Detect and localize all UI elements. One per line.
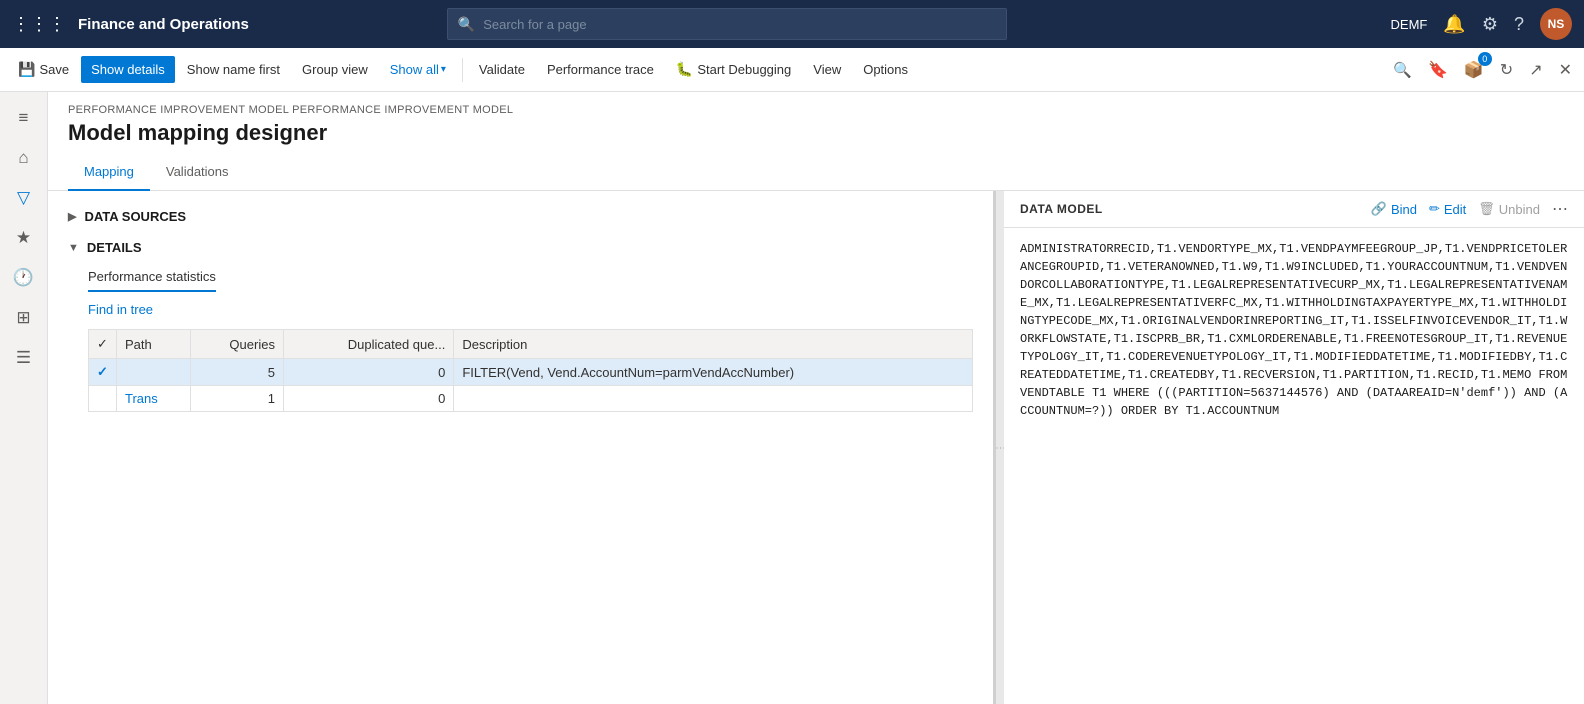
apps-icon[interactable]: ⋮⋮⋮	[12, 14, 66, 35]
bookmark-icon[interactable]: 🔖	[1424, 56, 1452, 84]
bind-button[interactable]: 🔗 Bind	[1371, 201, 1417, 217]
content-area: ▶ DATA SOURCES ▼ DETAILS Performance sta…	[48, 191, 1584, 704]
check-cell: ✓	[89, 359, 117, 386]
sql-text: ADMINISTRATORRECID,T1.VENDORTYPE_MX,T1.V…	[1004, 228, 1584, 704]
duplicated-cell: 0	[283, 386, 453, 412]
main-layout: ≡ ⌂ ▽ ★ 🕐 ⊞ ☰ PERFORMANCE IMPROVEMENT MO…	[0, 92, 1584, 704]
details-section-header[interactable]: ▼ DETAILS	[68, 234, 973, 261]
expand-arrow-icon: ▶	[68, 210, 76, 223]
edit-button[interactable]: ✏ Edit	[1429, 201, 1466, 217]
col-queries: Queries	[190, 330, 283, 359]
queries-cell: 5	[190, 359, 283, 386]
path-link[interactable]: Trans	[125, 391, 158, 406]
data-model-title: DATA MODEL	[1020, 202, 1103, 216]
main-content: PERFORMANCE IMPROVEMENT MODEL PERFORMANC…	[48, 92, 1584, 704]
description-cell: FILTER(Vend, Vend.AccountNum=parmVendAcc…	[454, 359, 973, 386]
show-name-button[interactable]: Show name first	[177, 56, 290, 83]
col-duplicated: Duplicated que...	[283, 330, 453, 359]
tabs: Mapping Validations	[68, 156, 1564, 190]
table-row[interactable]: Trans 10	[89, 386, 973, 412]
page-header: PERFORMANCE IMPROVEMENT MODEL PERFORMANC…	[48, 92, 1584, 191]
top-nav-right: DEMF 🔔 ⚙ ? NS	[1391, 8, 1572, 40]
edit-icon: ✏	[1429, 201, 1440, 217]
debug-icon: 🐛	[676, 61, 693, 78]
find-in-tree-link[interactable]: Find in tree	[88, 302, 973, 317]
duplicated-cell: 0	[283, 359, 453, 386]
separator-1	[462, 58, 463, 82]
path-cell	[117, 359, 191, 386]
performance-table: ✓ Path Queries Duplicated que... Descrip…	[88, 329, 973, 412]
left-panel: ▶ DATA SOURCES ▼ DETAILS Performance sta…	[48, 191, 996, 704]
help-icon[interactable]: ?	[1514, 14, 1524, 35]
description-cell	[454, 386, 973, 412]
details-label: DETAILS	[87, 240, 142, 255]
save-icon: 💾	[18, 61, 35, 78]
show-details-button[interactable]: Show details	[81, 56, 175, 83]
link-icon: 🔗	[1371, 201, 1387, 217]
app-title: Finance and Operations	[78, 16, 249, 33]
tab-mapping[interactable]: Mapping	[68, 156, 150, 191]
sidebar-list-icon[interactable]: ☰	[6, 340, 42, 376]
sidebar-filter-icon[interactable]: ▽	[6, 180, 42, 216]
col-description: Description	[454, 330, 973, 359]
page-title: Model mapping designer	[68, 120, 1564, 146]
more-options-icon[interactable]: ⋯	[1552, 199, 1568, 219]
search-input[interactable]	[483, 17, 996, 32]
performance-trace-button[interactable]: Performance trace	[537, 56, 664, 83]
top-navbar: ⋮⋮⋮ Finance and Operations 🔍 DEMF 🔔 ⚙ ? …	[0, 0, 1584, 48]
group-view-button[interactable]: Group view	[292, 56, 378, 83]
show-all-button[interactable]: Show all ▾	[380, 56, 456, 83]
search-bar[interactable]: 🔍	[447, 8, 1007, 40]
table-row[interactable]: ✓ 50FILTER(Vend, Vend.AccountNum=parmVend…	[89, 359, 973, 386]
notifications-icon[interactable]: 🔔	[1443, 14, 1465, 35]
start-debugging-button[interactable]: 🐛 Start Debugging	[666, 55, 801, 84]
queries-cell: 1	[190, 386, 283, 412]
data-model-actions: 🔗 Bind ✏ Edit 🗑 Unbind ⋯	[1371, 199, 1568, 219]
save-button[interactable]: 💾 Save	[8, 55, 79, 84]
sidebar-grid-icon[interactable]: ⊞	[6, 300, 42, 336]
validate-button[interactable]: Validate	[469, 56, 535, 83]
check-cell	[89, 386, 117, 412]
command-bar: 💾 Save Show details Show name first Grou…	[0, 48, 1584, 92]
trash-icon: 🗑	[1478, 201, 1495, 217]
collapse-arrow-icon: ▼	[68, 242, 79, 254]
sidebar-clock-icon[interactable]: 🕐	[6, 260, 42, 296]
right-panel: DATA MODEL 🔗 Bind ✏ Edit 🗑 Unbind	[1004, 191, 1584, 704]
chevron-down-icon: ▾	[441, 64, 446, 75]
sidebar: ≡ ⌂ ▽ ★ 🕐 ⊞ ☰	[0, 92, 48, 704]
open-icon[interactable]: ↗	[1525, 56, 1546, 84]
data-model-header: DATA MODEL 🔗 Bind ✏ Edit 🗑 Unbind	[1004, 191, 1584, 228]
data-sources-section[interactable]: ▶ DATA SOURCES	[68, 203, 973, 230]
panel-divider[interactable]: ⋮	[996, 191, 1004, 704]
search-icon: 🔍	[458, 16, 475, 33]
user-avatar[interactable]: NS	[1540, 8, 1572, 40]
col-check: ✓	[89, 330, 117, 359]
settings-icon[interactable]: ⚙	[1482, 14, 1498, 35]
close-icon[interactable]: ✕	[1555, 56, 1576, 84]
sidebar-home-icon[interactable]: ⌂	[6, 140, 42, 176]
options-button[interactable]: Options	[853, 56, 918, 83]
right-cmd-icons: 🔍 🔖 📦 0 ↻ ↗ ✕	[1389, 56, 1576, 84]
data-sources-label: DATA SOURCES	[84, 209, 186, 224]
breadcrumb: PERFORMANCE IMPROVEMENT MODEL PERFORMANC…	[68, 104, 1564, 116]
sidebar-menu-icon[interactable]: ≡	[6, 100, 42, 136]
search-icon-cmd[interactable]: 🔍	[1389, 57, 1416, 83]
path-cell: Trans	[117, 386, 191, 412]
sql-content-area: ADMINISTRATORRECID,T1.VENDORTYPE_MX,T1.V…	[1004, 228, 1584, 704]
refresh-icon[interactable]: ↻	[1496, 56, 1517, 84]
extension-icon[interactable]: 📦 0	[1460, 56, 1488, 84]
details-section: ▼ DETAILS Performance statistics Find in…	[68, 234, 973, 412]
unbind-button[interactable]: 🗑 Unbind	[1478, 201, 1540, 217]
view-button[interactable]: View	[803, 56, 851, 83]
tab-validations[interactable]: Validations	[150, 156, 245, 191]
col-path: Path	[117, 330, 191, 359]
environment-label: DEMF	[1391, 17, 1428, 32]
sidebar-star-icon[interactable]: ★	[6, 220, 42, 256]
performance-statistics-label: Performance statistics	[88, 261, 216, 292]
